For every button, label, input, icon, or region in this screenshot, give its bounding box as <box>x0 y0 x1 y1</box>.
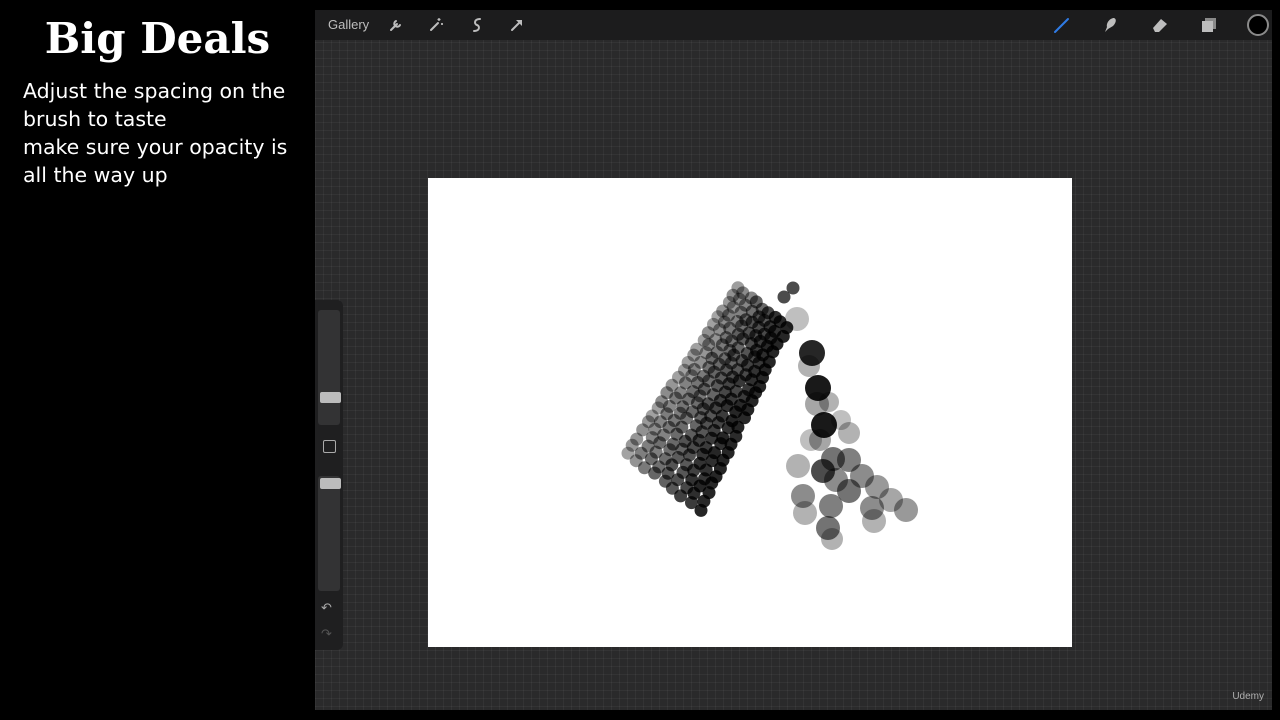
slide-line: all the way up <box>23 163 168 187</box>
top-toolbar: Gallery <box>315 10 1272 40</box>
brush-dab <box>798 355 820 377</box>
slide-body: Adjust the spacing on the brush to taste… <box>23 77 308 189</box>
brush-dab <box>793 501 817 525</box>
brush-dab <box>819 392 839 412</box>
color-swatch[interactable] <box>1247 14 1269 36</box>
transform-arrow-icon[interactable] <box>506 14 528 36</box>
wrench-icon[interactable] <box>385 14 407 36</box>
smudge-icon[interactable] <box>1099 14 1121 36</box>
layers-icon[interactable] <box>1198 14 1220 36</box>
brush-dab <box>800 429 822 451</box>
modify-button[interactable] <box>323 440 336 453</box>
magic-wand-icon[interactable] <box>425 14 447 36</box>
drawing-canvas[interactable] <box>428 178 1072 647</box>
slide-panel: Big Deals Adjust the spacing on the brus… <box>0 0 315 720</box>
brush-dab <box>777 290 791 304</box>
brush-strokes <box>621 281 918 550</box>
brush-dab <box>862 509 886 533</box>
opacity-slider[interactable] <box>318 476 341 591</box>
sidebar: ↶ ↷ <box>315 300 343 650</box>
brush-icon[interactable] <box>1051 14 1073 36</box>
brush-dab <box>894 498 918 522</box>
procreate-app: Gallery ↶ ↷ Udemy <box>315 10 1272 710</box>
redo-icon[interactable]: ↷ <box>321 626 332 642</box>
slide-line: Adjust the spacing on the <box>23 79 286 103</box>
slide-title: Big Deals <box>44 14 271 63</box>
udemy-watermark: Udemy <box>1232 691 1264 702</box>
brush-dab <box>831 410 851 430</box>
undo-icon[interactable]: ↶ <box>321 600 332 616</box>
selection-icon[interactable] <box>466 14 488 36</box>
eraser-icon[interactable] <box>1149 14 1171 36</box>
opacity-thumb[interactable] <box>320 478 341 489</box>
slide-line: make sure your opacity is <box>23 135 288 159</box>
slide-line: brush to taste <box>23 107 167 131</box>
brush-dab <box>785 307 809 331</box>
gallery-button[interactable]: Gallery <box>328 17 369 32</box>
brush-dab <box>786 454 810 478</box>
brush-dab <box>821 528 843 550</box>
brush-size-slider[interactable] <box>318 310 341 425</box>
brush-size-thumb[interactable] <box>320 392 341 403</box>
